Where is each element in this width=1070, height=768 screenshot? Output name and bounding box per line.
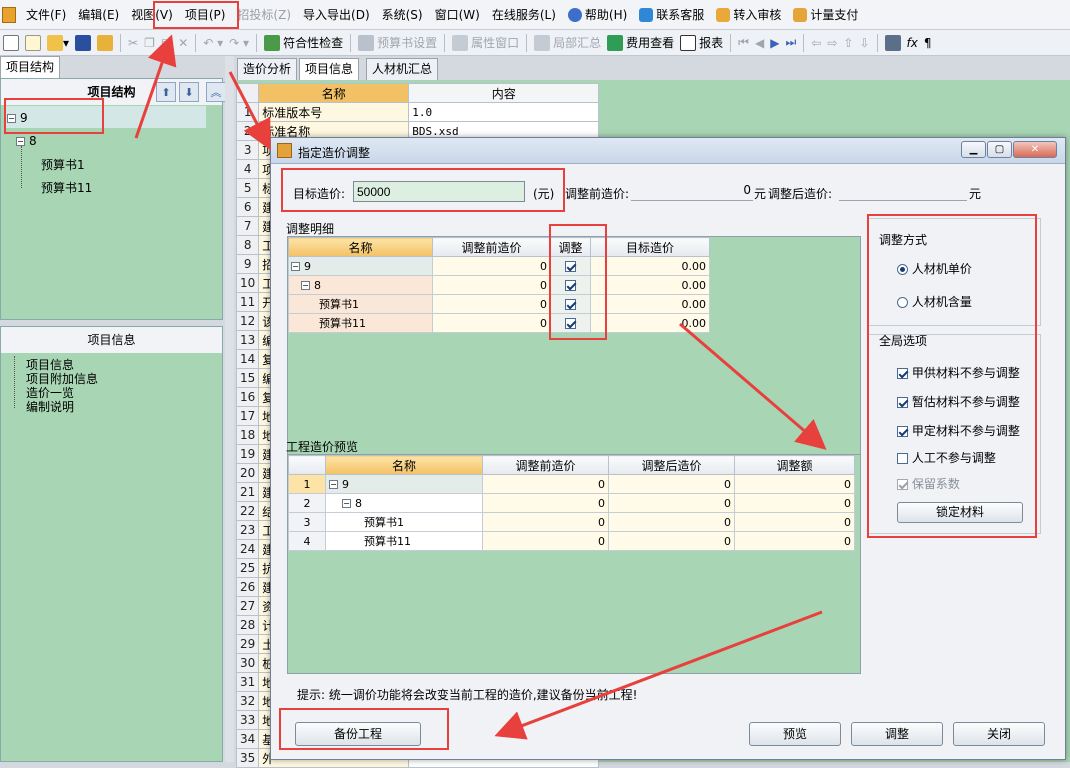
arrow-to-backup — [494, 610, 823, 740]
arrow-tree-to-menu — [134, 34, 177, 139]
arrow-menu-to-dialog — [228, 71, 271, 151]
arrow-to-options — [679, 322, 827, 450]
annotation-arrows — [134, 34, 827, 740]
